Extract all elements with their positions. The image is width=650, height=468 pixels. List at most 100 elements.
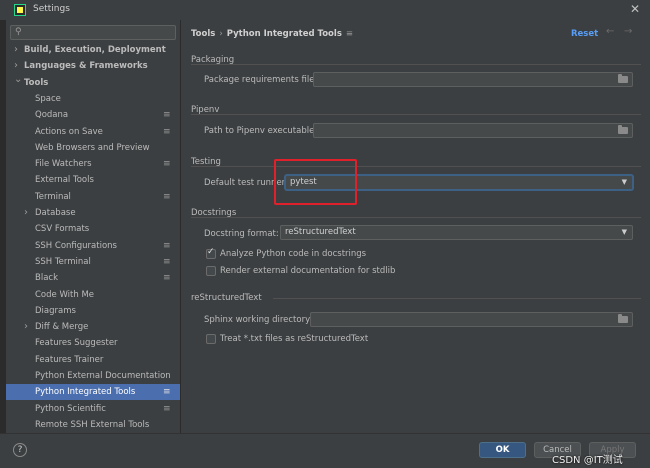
menu-icon[interactable]: ≡ <box>346 29 353 39</box>
project-settings-icon: ≡ <box>163 387 171 398</box>
sidebar-item-ssh-terminal[interactable]: SSH Terminal ≡ <box>6 254 180 270</box>
requirements-file-field[interactable] <box>313 72 633 87</box>
rest-divider <box>273 298 641 299</box>
sidebar-item-label: Code With Me <box>35 289 95 300</box>
project-settings-icon: ≡ <box>163 126 171 137</box>
sidebar-item-tools[interactable]: ⌄ Tools <box>6 72 180 91</box>
forward-arrow-icon[interactable]: → <box>624 26 632 37</box>
chevron-down-icon[interactable]: ⌄ <box>14 72 22 88</box>
docstring-format-select[interactable]: reStructuredText ▼ <box>280 225 633 240</box>
sidebar-item-code-with-me[interactable]: Code With Me <box>6 287 180 303</box>
sidebar-item-python-external-documentation[interactable]: Python External Documentation <box>6 368 180 384</box>
checkmark-icon: ✓ <box>207 247 215 257</box>
reset-link[interactable]: Reset <box>571 29 598 39</box>
sidebar-item-label: Black <box>35 273 58 284</box>
project-settings-icon: ≡ <box>163 403 171 414</box>
sidebar-item-label: Actions on Save <box>35 126 103 137</box>
settings-content: Tools › Python Integrated Tools ≡ Reset ← →… <box>181 20 650 433</box>
docstring-format-label: Docstring format: <box>204 229 279 239</box>
sidebar-item-features-trainer[interactable]: Features Trainer <box>6 352 180 368</box>
close-icon[interactable]: ✕ <box>630 2 640 16</box>
sidebar-item-remote-ssh-external-tools[interactable]: Remote SSH External Tools <box>6 417 180 433</box>
search-icon: ⚲ <box>15 27 22 37</box>
sphinx-directory-field[interactable] <box>310 312 633 327</box>
requirements-file-label: Package requirements file: <box>204 75 318 85</box>
chevron-right-icon[interactable]: › <box>24 205 28 221</box>
project-settings-icon: ≡ <box>163 240 171 251</box>
project-settings-icon: ≡ <box>163 256 171 267</box>
sidebar-item-label: Features Trainer <box>35 354 104 365</box>
sidebar-item-label: External Tools <box>35 175 94 186</box>
sidebar-item-web-browsers-and-preview[interactable]: Web Browsers and Preview <box>6 140 180 156</box>
back-arrow-icon[interactable]: ← <box>606 26 614 37</box>
sidebar-item-label: Languages & Frameworks <box>24 61 148 72</box>
packaging-divider <box>191 64 641 65</box>
sidebar-item-black[interactable]: Black ≡ <box>6 270 180 286</box>
folder-icon[interactable] <box>618 125 628 134</box>
pipenv-path-label: Path to Pipenv executable: <box>204 126 318 136</box>
sphinx-directory-label: Sphinx working directory: <box>204 315 313 325</box>
treat-txt-label[interactable]: Treat *.txt files as reStructuredText <box>220 334 368 344</box>
sidebar-item-label: Qodana <box>35 110 69 121</box>
sidebar-item-label: Tools <box>24 77 49 88</box>
sidebar-item-diff-merge[interactable]: › Diff & Merge <box>6 319 180 335</box>
chevron-right-icon[interactable]: › <box>14 42 18 58</box>
title-bar: Settings ✕ <box>0 0 650 21</box>
analyze-docstrings-label[interactable]: Analyze Python code in docstrings <box>220 249 366 259</box>
sidebar-item-csv-formats[interactable]: CSV Formats <box>6 221 180 237</box>
settings-search-input[interactable] <box>27 27 167 38</box>
sidebar-item-diagrams[interactable]: Diagrams <box>6 303 180 319</box>
watermark-text: CSDN @IT测试 <box>552 455 623 466</box>
window-title: Settings <box>33 4 70 14</box>
red-highlight-annotation <box>274 159 357 205</box>
sidebar-item-label: Database <box>35 208 76 218</box>
sidebar-item-languages-frameworks[interactable]: › Languages & Frameworks <box>6 58 180 74</box>
docstring-format-value: reStructuredText <box>285 227 356 237</box>
treat-txt-checkbox[interactable] <box>206 334 216 344</box>
sidebar-item-build-execution-deployment[interactable]: › Build, Execution, Deployment <box>6 42 180 58</box>
sidebar-item-label: Terminal <box>35 191 71 202</box>
sidebar-item-label: Remote SSH External Tools <box>35 419 150 430</box>
sidebar-item-label: File Watchers <box>35 159 92 170</box>
sidebar-item-python-scientific[interactable]: Python Scientific ≡ <box>6 401 180 417</box>
folder-icon[interactable] <box>618 314 628 323</box>
testing-divider <box>191 166 641 167</box>
settings-search-box[interactable]: ⚲ <box>10 25 176 40</box>
analyze-docstrings-checkbox[interactable]: ✓ <box>206 247 216 259</box>
breadcrumb-separator: › <box>219 29 223 39</box>
sidebar-item-label: SSH Configurations <box>35 240 117 251</box>
settings-sidebar: ⚲ › Build, Execution, Deployment › Language… <box>6 20 181 433</box>
chevron-right-icon[interactable]: › <box>24 319 28 335</box>
sidebar-item-ssh-configurations[interactable]: SSH Configurations ≡ <box>6 238 180 254</box>
chevron-down-icon: ▼ <box>621 178 627 186</box>
breadcrumb: Tools › Python Integrated Tools ≡ <box>191 29 353 39</box>
sidebar-item-label: Python External Documentation <box>35 371 171 381</box>
sidebar-item-label: Python Scientific <box>35 403 106 414</box>
render-docs-checkbox[interactable] <box>206 266 216 276</box>
sidebar-item-actions-on-save[interactable]: Actions on Save ≡ <box>6 124 180 140</box>
pycharm-icon <box>14 4 26 16</box>
help-icon[interactable]: ? <box>13 443 27 457</box>
project-settings-icon: ≡ <box>163 110 171 121</box>
sidebar-item-python-integrated-tools[interactable]: Python Integrated Tools ≡ <box>6 384 180 401</box>
render-docs-label[interactable]: Render external documentation for stdlib <box>220 266 395 276</box>
sidebar-item-features-suggester[interactable]: Features Suggester <box>6 335 180 351</box>
sidebar-item-label: Python Integrated Tools <box>35 387 136 398</box>
sidebar-item-file-watchers[interactable]: File Watchers ≡ <box>6 156 180 172</box>
pipenv-path-field[interactable] <box>313 123 633 138</box>
sidebar-item-label: CSV Formats <box>35 224 90 235</box>
folder-icon[interactable] <box>618 74 628 83</box>
ok-button[interactable]: OK <box>479 442 526 458</box>
breadcrumb-parent[interactable]: Tools <box>191 29 215 39</box>
pipenv-divider <box>191 114 641 115</box>
chevron-down-icon: ▼ <box>621 228 627 236</box>
sidebar-item-space[interactable]: Space <box>6 91 180 107</box>
sidebar-item-terminal[interactable]: Terminal ≡ <box>6 189 180 205</box>
sidebar-item-database[interactable]: › Database <box>6 205 180 221</box>
sidebar-item-label: Diagrams <box>35 305 76 316</box>
project-settings-icon: ≡ <box>163 159 171 170</box>
sidebar-item-label: Web Browsers and Preview <box>35 142 150 153</box>
sidebar-item-external-tools[interactable]: External Tools <box>6 172 180 188</box>
project-settings-icon: ≡ <box>163 191 171 202</box>
sidebar-item-qodana[interactable]: Qodana ≡ <box>6 107 180 123</box>
